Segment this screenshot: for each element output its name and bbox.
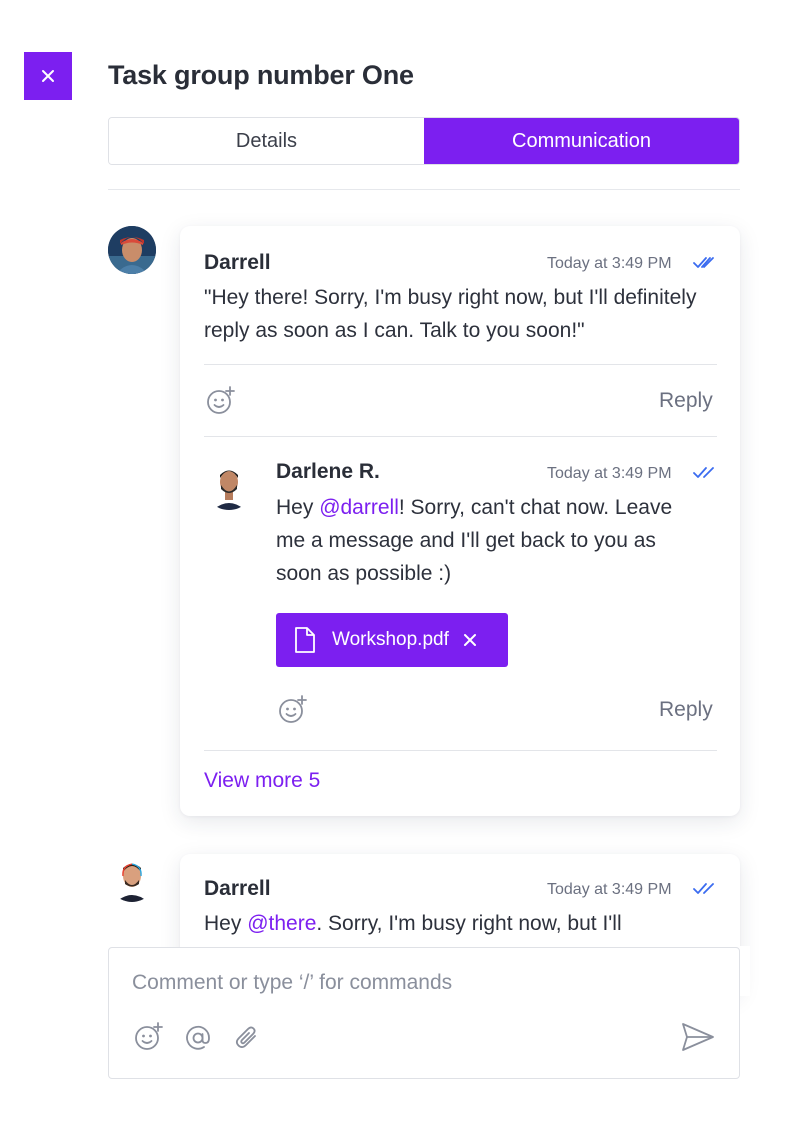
comment-input[interactable]	[132, 966, 692, 1000]
divider	[108, 189, 740, 190]
add-reaction-icon[interactable]	[278, 695, 308, 730]
comment-text: "Hey there! Sorry, I'm busy right now, b…	[204, 286, 697, 342]
mention-icon[interactable]	[184, 1024, 212, 1057]
mention-link[interactable]: @there	[247, 912, 316, 935]
attachment-name: Workshop.pdf	[332, 629, 449, 650]
comment-author: Darrell	[204, 877, 271, 900]
tab-communication[interactable]: Communication	[424, 118, 739, 164]
reply-button[interactable]: Reply	[659, 389, 713, 413]
comment-text-end: . Sorry, I'm busy right now, but I'll	[316, 912, 622, 935]
tab-details[interactable]: Details	[109, 118, 424, 164]
comment-composer	[108, 947, 740, 1079]
send-icon[interactable]	[681, 1021, 715, 1058]
attach-icon[interactable]	[233, 1024, 261, 1057]
comment-text-start: Hey	[204, 912, 248, 935]
reply-text: Hey @darrell! Sorry, can't chat now. Lea…	[276, 491, 706, 590]
attachment-chip[interactable]: Workshop.pdf	[276, 613, 508, 667]
double-check-icon	[693, 466, 717, 485]
close-icon	[41, 69, 55, 83]
reply-button[interactable]: Reply	[659, 698, 713, 722]
avatar[interactable]	[204, 460, 254, 510]
reply-timestamp: Today at 3:49 PM	[547, 465, 672, 482]
double-check-icon	[693, 256, 717, 275]
add-reaction-icon[interactable]	[206, 386, 236, 421]
comment-author: Darrell	[204, 251, 271, 274]
comment-text: Hey @there. Sorry, I'm busy right now, b…	[204, 907, 704, 940]
divider	[204, 750, 717, 751]
view-more-link[interactable]: View more 5	[204, 769, 320, 793]
reply-author: Darlene R.	[276, 460, 380, 483]
remove-attachment-icon[interactable]	[463, 633, 477, 647]
avatar[interactable]	[108, 226, 156, 274]
file-icon	[294, 626, 316, 654]
avatar[interactable]	[108, 854, 156, 902]
close-button[interactable]	[24, 52, 72, 100]
tab-bar: Details Communication	[108, 117, 740, 165]
comment-timestamp: Today at 3:49 PM	[547, 255, 672, 272]
divider	[204, 436, 717, 437]
divider	[204, 364, 717, 365]
page-title: Task group number One	[108, 60, 414, 90]
reply-text-start: Hey	[276, 496, 320, 519]
double-check-icon	[693, 882, 717, 901]
mention-link[interactable]: @darrell	[319, 496, 399, 519]
comment-timestamp: Today at 3:49 PM	[547, 881, 672, 898]
emoji-icon[interactable]	[134, 1022, 164, 1057]
